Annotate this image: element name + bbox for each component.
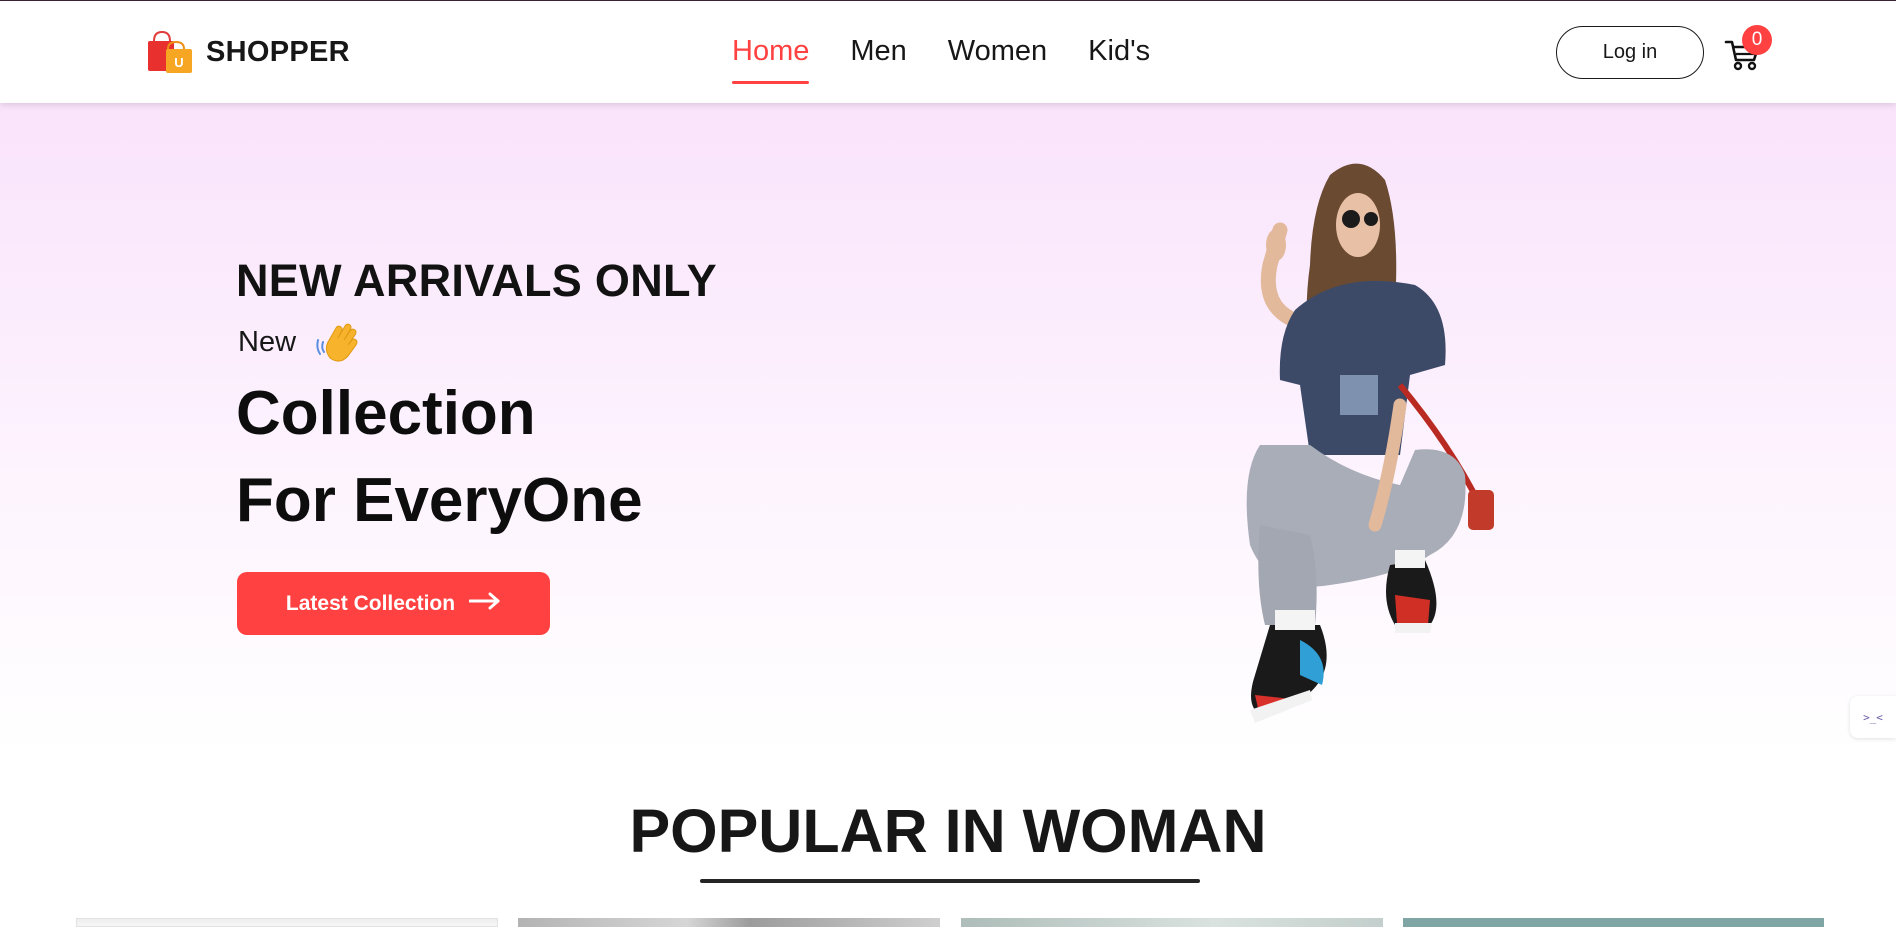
brand-name: SHOPPER bbox=[206, 35, 350, 68]
cart-count-badge: 0 bbox=[1742, 25, 1772, 55]
waving-hand-icon bbox=[314, 318, 362, 366]
cta-label: Latest Collection bbox=[285, 591, 456, 615]
hero-new-label: New bbox=[238, 326, 297, 358]
hero-model-image bbox=[1200, 155, 1560, 725]
login-button[interactable]: Log in bbox=[1556, 26, 1704, 79]
nav-item-home[interactable]: Home bbox=[732, 35, 810, 84]
nav-item-kids[interactable]: Kid's bbox=[1088, 35, 1150, 76]
product-card[interactable] bbox=[1403, 918, 1824, 927]
shopping-bag-icon: U bbox=[146, 29, 194, 75]
latest-collection-button[interactable]: Latest Collection bbox=[237, 572, 550, 635]
hero-title-line2: For EveryOne bbox=[236, 466, 643, 535]
nav-item-women[interactable]: Women bbox=[948, 35, 1047, 76]
nav-item-men[interactable]: Men bbox=[850, 35, 906, 76]
svg-text:U: U bbox=[174, 55, 183, 70]
hero-eyebrow: NEW ARRIVALS ONLY bbox=[236, 255, 717, 306]
main-menu: Home Men Women Kid's bbox=[732, 35, 1150, 84]
product-card[interactable] bbox=[961, 918, 1383, 927]
popular-section-title: POPULAR IN WOMAN bbox=[629, 797, 1267, 865]
brand-logo[interactable]: U SHOPPER bbox=[146, 29, 350, 75]
arrow-right-icon bbox=[468, 592, 501, 616]
product-card[interactable] bbox=[76, 918, 498, 927]
hero-title-line1: Collection bbox=[236, 379, 536, 448]
product-card[interactable] bbox=[518, 918, 940, 927]
navbar: U SHOPPER Home Men Women Kid's Log in 0 bbox=[0, 1, 1896, 103]
extension-widget-icon[interactable]: >_< bbox=[1850, 696, 1896, 738]
section-divider bbox=[700, 879, 1200, 883]
